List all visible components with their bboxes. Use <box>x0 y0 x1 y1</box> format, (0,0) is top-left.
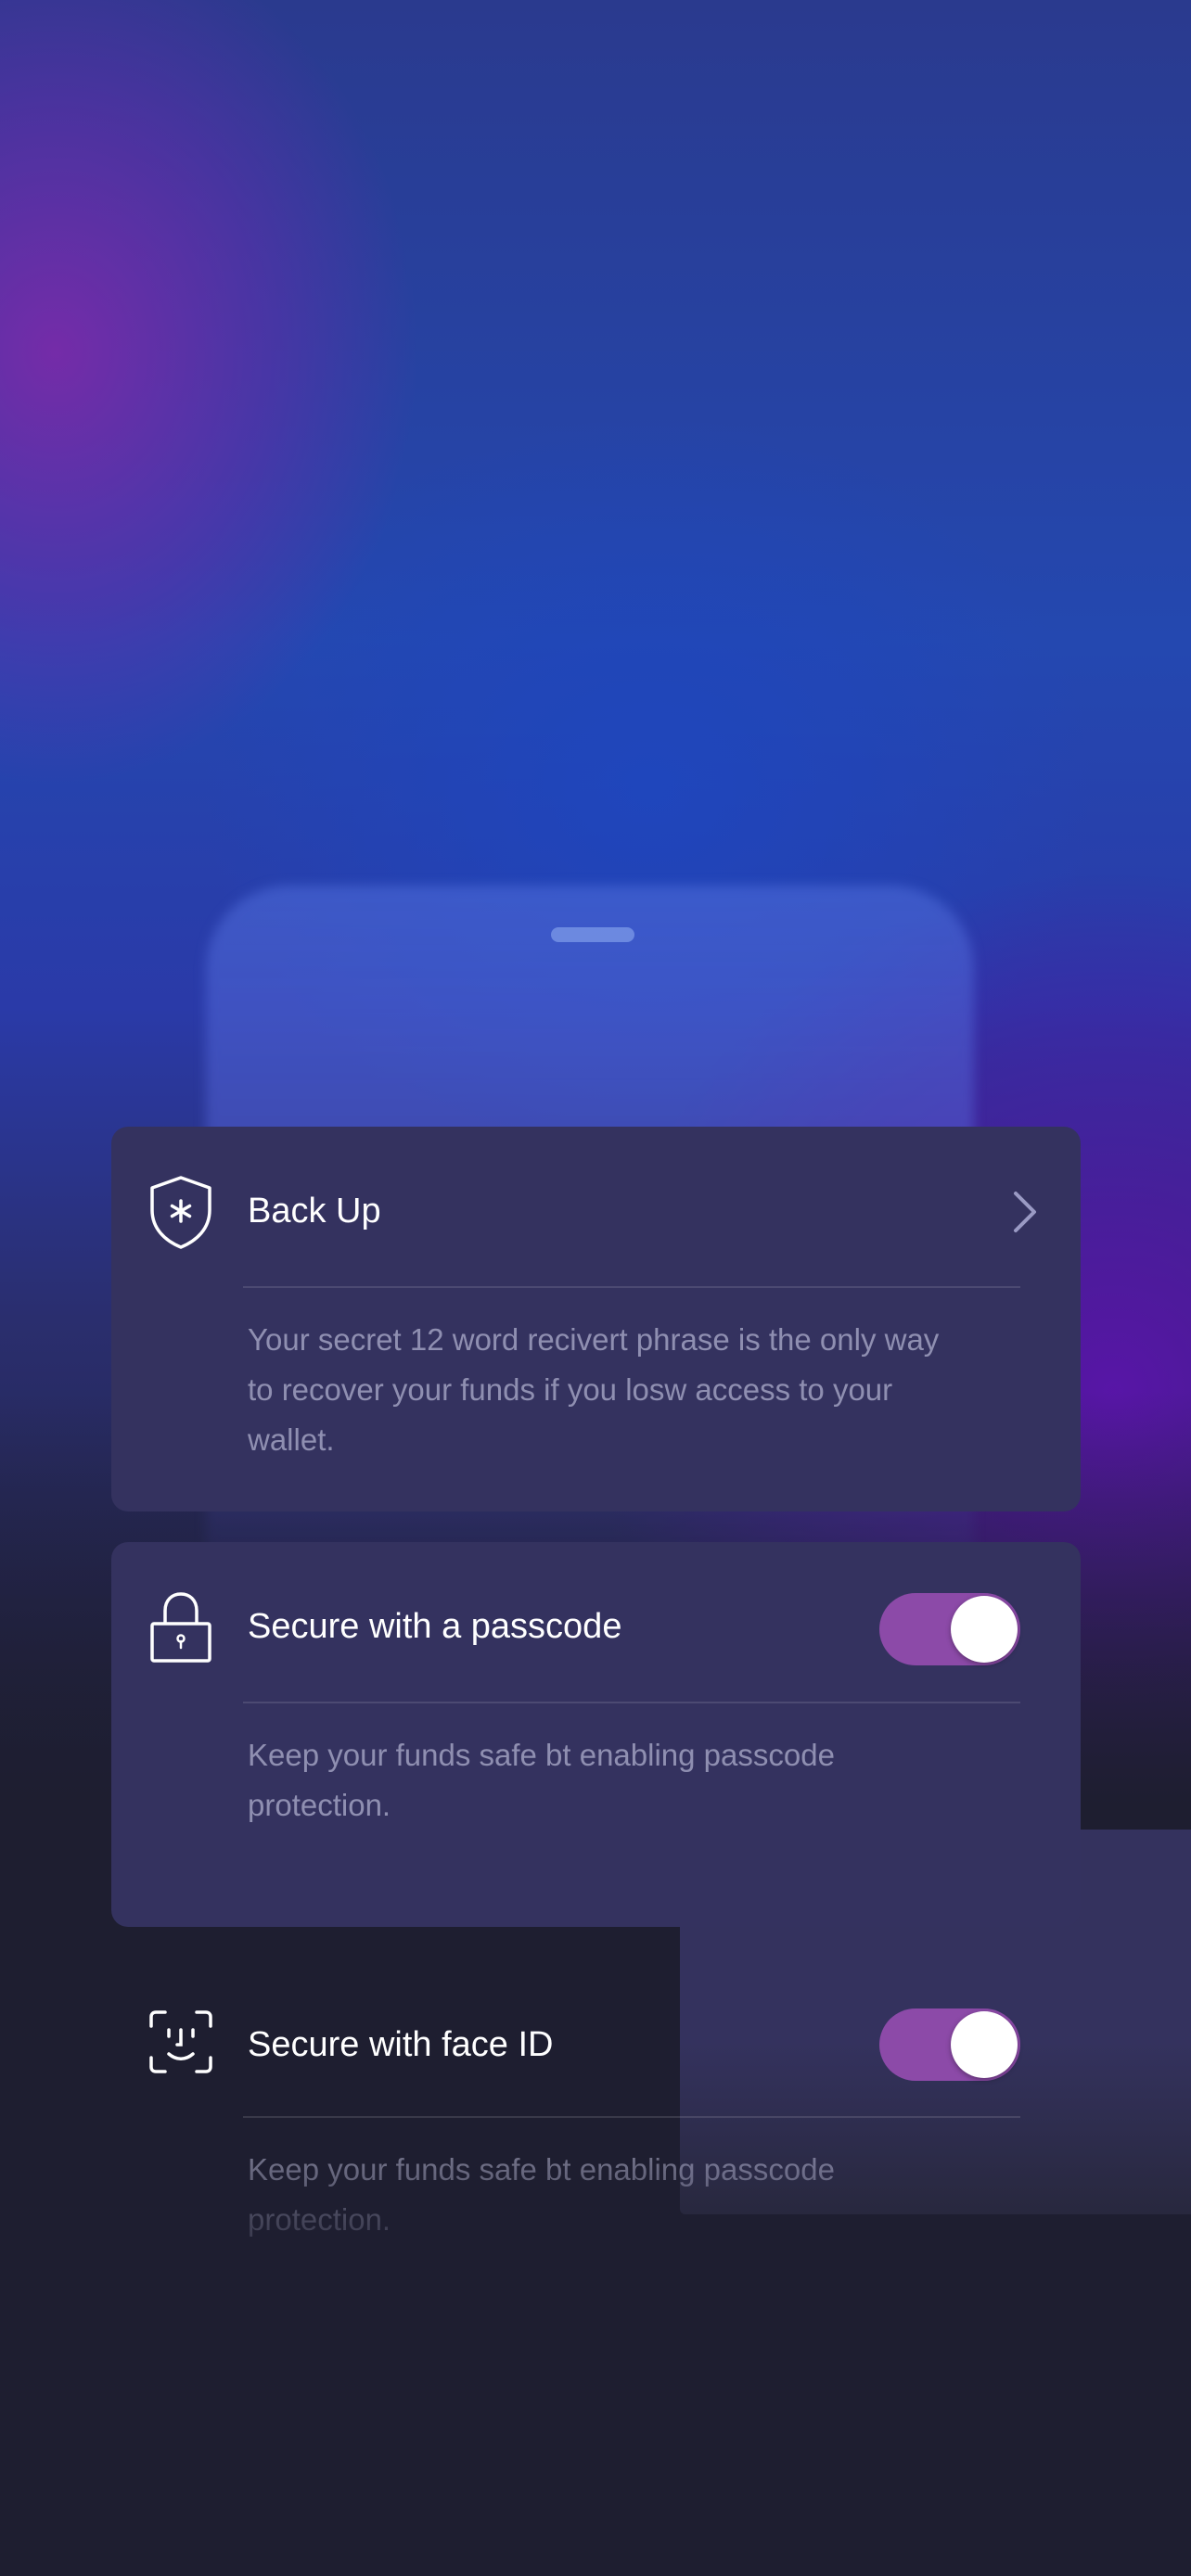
phone-speaker-notch <box>551 927 634 942</box>
padlock-icon <box>148 1590 213 1664</box>
faceid-title: Secure with face ID <box>248 2025 554 2064</box>
passcode-row: Secure with a passcode Keep your funds s… <box>111 1542 1081 1927</box>
toggle-knob <box>951 1596 1018 1663</box>
passcode-description: Keep your funds safe bt enabling passcod… <box>248 1738 835 1822</box>
toggle-knob <box>951 2011 1018 2078</box>
backup-divider <box>243 1286 1020 1288</box>
shield-asterisk-icon <box>148 1175 213 1249</box>
faceid-row: Secure with face ID Keep your funds safe… <box>111 1957 1081 2263</box>
chevron-right-icon[interactable] <box>1006 1184 1044 1240</box>
faceid-toggle[interactable] <box>879 2009 1020 2081</box>
backup-title: Back Up <box>248 1192 381 1231</box>
faceid-description: Keep your funds safe bt enabling passcod… <box>248 2145 953 2245</box>
passcode-divider <box>243 1702 1020 1703</box>
backup-description: Your secret 12 word recivert phrase is t… <box>248 1322 940 1457</box>
passcode-toggle[interactable] <box>879 1593 1020 1665</box>
backup-row[interactable]: Back Up Your secret 12 word recivert phr… <box>111 1127 1081 1511</box>
passcode-title: Secure with a passcode <box>248 1607 622 1646</box>
face-id-icon <box>148 2005 213 2079</box>
faceid-divider <box>243 2116 1020 2118</box>
